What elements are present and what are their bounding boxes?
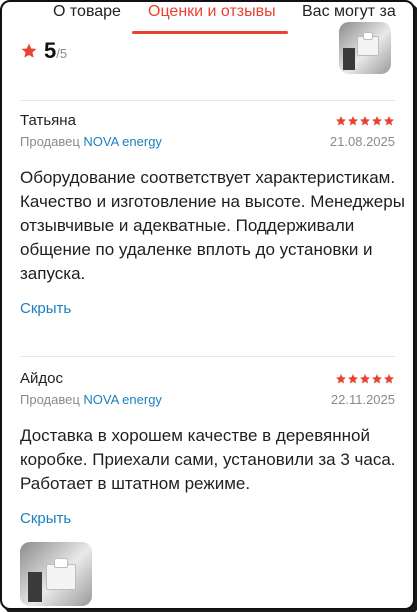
star-icon [21, 43, 37, 58]
rating-summary: 5 /5 [20, 38, 67, 64]
rating-score: 5 [44, 38, 57, 63]
review-author: Айдос [20, 370, 63, 387]
star-icon [348, 116, 358, 126]
rating-scale: /5 [56, 46, 68, 61]
star-icon [372, 374, 382, 384]
review-text: Оборудование соответствует характеристик… [20, 168, 405, 283]
review-card: Айдос Продавец NOVA energy 22.11.2025 До… [20, 370, 396, 527]
active-tab-indicator [132, 31, 288, 34]
star-icon [372, 116, 382, 126]
star-icon [360, 116, 370, 126]
review-card: Татьяна Продавец NOVA energy 21.08.2025 … [20, 112, 405, 317]
review-text: Доставка в хорошем качестве в деревянной… [20, 426, 396, 493]
hide-review-link[interactable]: Скрыть [20, 300, 395, 317]
seller-link[interactable]: NOVA energy [83, 392, 162, 407]
seller-prefix: Продавец [20, 134, 80, 149]
hide-review-link[interactable]: Скрыть [20, 510, 395, 527]
divider [20, 100, 395, 101]
seller-link[interactable]: NOVA energy [83, 134, 162, 149]
divider [20, 356, 395, 357]
review-stars [335, 373, 395, 385]
review-author: Татьяна [20, 112, 76, 129]
seller-prefix: Продавец [20, 392, 80, 407]
tab-ratings-reviews[interactable]: Оценки и отзывы [148, 2, 276, 34]
star-icon [360, 374, 370, 384]
star-icon [384, 116, 394, 126]
star-icon [336, 374, 346, 384]
review-date: 21.08.2025 [329, 134, 395, 149]
review-photo-thumbnail[interactable] [339, 22, 391, 74]
screen: О товаре Оценки и отзывы Вас могут за 5 … [0, 0, 415, 610]
star-icon [384, 374, 394, 384]
review-stars [335, 115, 395, 127]
star-icon [348, 374, 358, 384]
review-date: 22.11.2025 [330, 392, 395, 407]
tab-about-product[interactable]: О товаре [53, 2, 121, 34]
review-photo-thumbnail[interactable] [20, 542, 92, 606]
star-icon [336, 116, 346, 126]
